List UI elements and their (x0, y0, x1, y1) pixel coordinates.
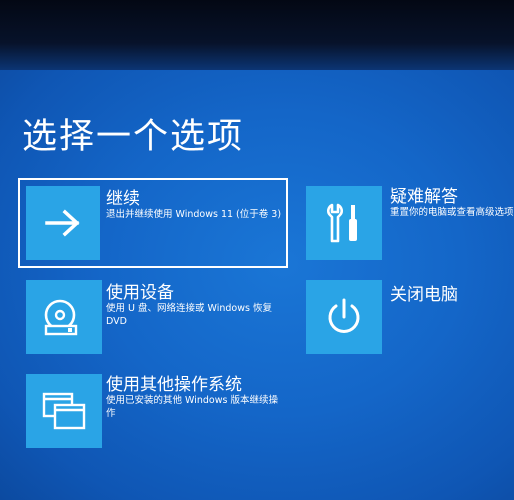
option-continue-tile[interactable] (26, 186, 100, 260)
option-other-os-description: 使用已安装的其他 Windows 版本继续操作 (106, 395, 278, 419)
page-title: 选择一个选项 (22, 117, 245, 157)
option-use-device-tile[interactable] (26, 280, 102, 354)
option-turn-off-tile[interactable] (306, 280, 382, 354)
option-continue-description: 退出并继续使用 Windows 11 (位于卷 3) (106, 209, 282, 220)
option-troubleshoot-description: 重置你的电脑或查看高级选项 (390, 207, 514, 218)
power-icon (328, 298, 360, 333)
option-other-os-title: 使用其他操作系统 (106, 375, 242, 395)
monitor-bezel-top (0, 0, 514, 78)
windows-stack-icon (42, 392, 86, 430)
disc-drive-icon (44, 299, 78, 336)
option-use-device-title: 使用设备 (106, 283, 174, 303)
option-turn-off-title: 关闭电脑 (390, 285, 458, 305)
option-use-device[interactable]: 使用设备 使用 U 盘、网络连接或 Windows 恢复 DVD (22, 278, 302, 358)
option-troubleshoot-tile[interactable] (306, 186, 382, 260)
tools-icon (326, 203, 357, 243)
option-troubleshoot[interactable]: 疑难解答 重置你的电脑或查看高级选项 (306, 182, 514, 264)
option-continue[interactable]: 继续 退出并继续使用 Windows 11 (位于卷 3) (22, 180, 288, 266)
option-turn-off[interactable]: 关闭电脑 (306, 280, 514, 356)
option-other-os[interactable]: 使用其他操作系统 使用已安装的其他 Windows 版本继续操作 (22, 370, 302, 450)
option-other-os-tile[interactable] (26, 374, 102, 448)
arrow-right-icon (45, 209, 80, 237)
option-use-device-description: 使用 U 盘、网络连接或 Windows 恢复 DVD (106, 303, 272, 327)
option-continue-title: 继续 (106, 189, 140, 209)
option-troubleshoot-title: 疑难解答 (390, 187, 458, 207)
